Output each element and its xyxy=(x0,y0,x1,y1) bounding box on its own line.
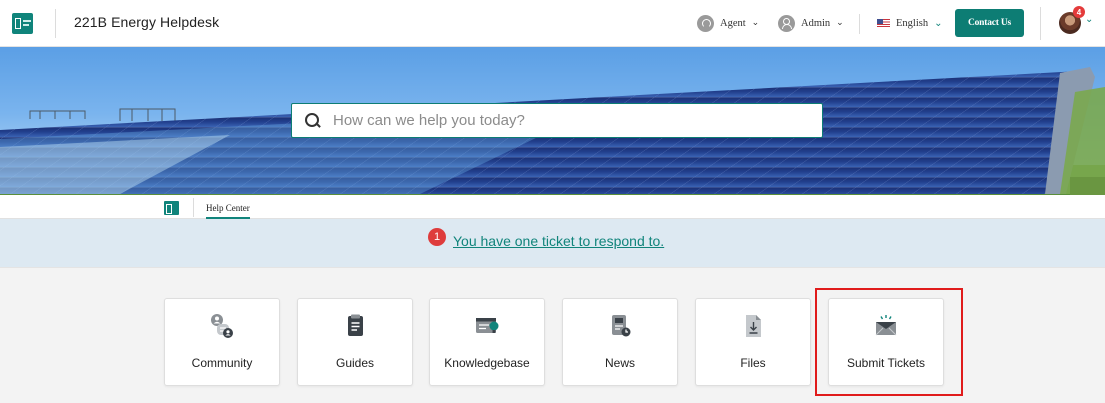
tile-label: Community xyxy=(191,356,253,370)
breadcrumb: Help Center xyxy=(0,195,1105,219)
company-logo[interactable] xyxy=(12,13,33,34)
app-title: 221B Energy Helpdesk xyxy=(74,14,220,30)
knowledgebase-icon xyxy=(476,318,499,333)
notification-badge[interactable]: 4 xyxy=(1073,6,1085,18)
files-icon xyxy=(746,315,761,337)
tile-community[interactable]: Community xyxy=(164,298,280,386)
help-center-logo-icon[interactable] xyxy=(164,201,179,215)
news-icon xyxy=(612,315,631,337)
language-selector[interactable]: English ⌄ xyxy=(877,12,942,34)
tile-guides[interactable]: Guides xyxy=(297,298,413,386)
notice-count-badge: 1 xyxy=(428,228,446,246)
tab-help-center[interactable]: Help Center xyxy=(206,203,250,219)
agent-menu[interactable]: Agent ⌄ xyxy=(697,12,759,34)
chevron-down-icon: ⌄ xyxy=(934,17,943,29)
admin-menu[interactable]: Admin ⌄ xyxy=(778,12,844,34)
language-label: English xyxy=(896,17,929,29)
divider xyxy=(859,14,860,34)
chevron-down-icon: ⌄ xyxy=(751,16,760,27)
chevron-down-icon: ⌄ xyxy=(836,16,844,27)
contact-us-button[interactable]: Contact Us xyxy=(955,9,1024,37)
tile-label: Knowledgebase xyxy=(444,356,530,370)
tile-label: Files xyxy=(740,356,766,370)
tile-knowledgebase[interactable]: Knowledgebase xyxy=(429,298,545,386)
chevron-down-icon[interactable]: ⌄ xyxy=(1085,14,1093,25)
search-box[interactable] xyxy=(291,103,823,138)
us-flag-icon xyxy=(877,19,890,27)
headset-icon xyxy=(697,14,714,32)
divider xyxy=(193,198,194,217)
community-icon xyxy=(211,314,233,338)
divider xyxy=(55,9,56,38)
user-icon xyxy=(778,14,795,32)
agent-label: Agent xyxy=(720,17,746,29)
hero-banner xyxy=(0,47,1105,195)
tile-label: News xyxy=(604,356,635,370)
top-bar: 221B Energy Helpdesk Agent ⌄ Admin ⌄ Eng… xyxy=(0,0,1105,47)
search-input[interactable] xyxy=(333,105,813,136)
search-icon[interactable] xyxy=(305,113,320,128)
tile-label: Guides xyxy=(335,356,375,370)
logo-house-icon xyxy=(15,18,21,29)
divider xyxy=(1040,7,1041,40)
ticket-notice: 1 You have one ticket to respond to. xyxy=(0,219,1105,268)
tile-news[interactable]: News xyxy=(562,298,678,386)
respond-ticket-link[interactable]: You have one ticket to respond to. xyxy=(453,233,664,249)
tile-files[interactable]: Files xyxy=(695,298,811,386)
highlight-box xyxy=(815,288,963,396)
admin-label: Admin xyxy=(801,17,831,29)
guides-icon xyxy=(348,314,363,336)
